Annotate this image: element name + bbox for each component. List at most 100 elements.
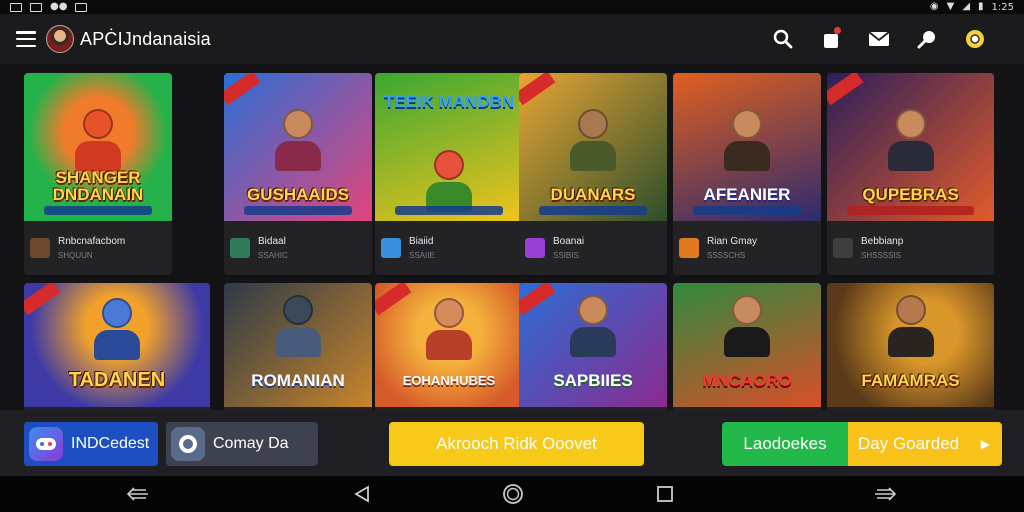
notification-icon[interactable]: [820, 27, 842, 50]
game-title-banner: [847, 206, 974, 215]
game-card[interactable]: EOHANHUBES: [375, 283, 523, 413]
game-title-art: TADANEN: [68, 369, 166, 391]
game-title-art: SHANGER DNDANAIN: [52, 168, 144, 204]
game-name: Bidaal: [258, 236, 286, 247]
game-card[interactable]: TADANEN: [24, 283, 210, 413]
game-thumbnail: SAPBIIES: [519, 283, 667, 407]
menu-icon[interactable]: [16, 31, 36, 47]
game-thumbnail: MNCAORO: [673, 283, 821, 407]
game-character: [570, 108, 616, 171]
game-character: [426, 149, 472, 212]
game-icon: [381, 238, 401, 258]
game-thumbnail: QUPEBRAS: [827, 73, 994, 221]
game-subtitle: SSAIIE: [409, 251, 435, 260]
status-bar: ●● ◉ ▼ ◢ ▮ 1:25: [0, 0, 1024, 14]
game-title-banner: [539, 206, 647, 215]
app-bar: APĊIJndanaisia: [0, 14, 1024, 64]
status-dots-icon: ●●: [50, 1, 68, 12]
app-shortcut-label: INDCedest: [71, 435, 150, 452]
app-shortcut-icon: [171, 427, 205, 461]
split-action-button[interactable]: Laodoekes Day Goarded ▶: [722, 422, 1002, 466]
pin-icon[interactable]: [916, 28, 938, 50]
recents-icon[interactable]: [653, 483, 677, 505]
game-meta: Boanai SSIBIS: [519, 221, 667, 275]
split-left-label[interactable]: Laodoekes: [722, 422, 848, 466]
game-title-art: GUSHAAIDS: [246, 185, 349, 204]
badge-icon[interactable]: [964, 28, 986, 50]
game-thumbnail: DUANARS: [519, 73, 667, 221]
wifi-icon: ▼: [946, 1, 955, 12]
game-name: Biaiid: [409, 236, 434, 247]
game-card[interactable]: SAPBIIES: [519, 283, 667, 413]
game-character: [275, 295, 321, 358]
back-triangle-icon[interactable]: [350, 483, 374, 505]
game-thumbnail: TADANEN: [24, 283, 210, 407]
split-right-segment[interactable]: Day Goarded ▶: [848, 422, 1002, 466]
home-icon[interactable]: [501, 483, 525, 505]
new-ribbon: [375, 283, 412, 316]
app-shortcut-button[interactable]: Comay Da: [166, 422, 318, 466]
action-bar: INDCedest Comay Da Akrooch Ridk Ooovet L…: [0, 410, 1024, 476]
game-icon: [525, 238, 545, 258]
signal-icon: ◢: [962, 1, 971, 12]
game-name: Bebbianp: [861, 236, 904, 247]
status-notif-icon: [75, 2, 88, 12]
game-title-banner: [44, 206, 152, 215]
game-character: [275, 108, 321, 171]
game-card[interactable]: QUPEBRAS Bebbianp SHSSSSIS: [827, 73, 994, 275]
game-card[interactable]: TEEIK MANDBN Biaiid SSAIIE: [375, 73, 523, 275]
game-grid: SHANGER DNDANAIN Rnbcnafacbom SHQUUN GUS…: [0, 64, 1024, 413]
game-title-banner: [395, 206, 503, 215]
game-meta: Rian Gmay SSSSCHS: [673, 221, 821, 275]
game-card[interactable]: SHANGER DNDANAIN Rnbcnafacbom SHQUUN: [24, 73, 172, 275]
game-icon: [30, 238, 50, 258]
split-right-label: Day Goarded: [858, 434, 960, 453]
back-icon[interactable]: [126, 483, 150, 505]
game-icon: [833, 238, 853, 258]
game-title-art: AFEANIER: [703, 185, 791, 204]
game-card[interactable]: DUANARS Boanai SSIBIS: [519, 73, 667, 275]
game-character: [724, 295, 770, 358]
game-thumbnail: ROMANIAN: [224, 283, 372, 407]
primary-action-button[interactable]: Akrooch Ridk Ooovet: [389, 422, 644, 466]
app-title: APĊIJndanaisia: [80, 28, 211, 49]
game-title-art: QUPEBRAS: [862, 185, 959, 204]
game-card[interactable]: MNCAORO: [673, 283, 821, 413]
search-icon[interactable]: [772, 28, 794, 50]
game-icon: [230, 238, 250, 258]
game-icon: [679, 238, 699, 258]
game-thumbnail: TEEIK MANDBN: [375, 73, 523, 221]
app-bar-actions: [772, 27, 986, 50]
game-title-banner: [693, 206, 801, 215]
game-card[interactable]: GUSHAAIDS Bidaal SSAHIC: [224, 73, 372, 275]
game-character: [887, 295, 934, 358]
game-subtitle: SSSSCHS: [707, 251, 746, 260]
game-title-banner: [244, 206, 352, 215]
game-subtitle: SSAHIC: [258, 251, 288, 260]
game-thumbnail: GUSHAAIDS: [224, 73, 372, 221]
status-right: ◉ ▼ ◢ ▮ 1:25: [930, 2, 1014, 13]
app-shortcut-button[interactable]: INDCedest: [24, 422, 158, 466]
status-notif-icon: [10, 2, 22, 12]
game-character: [887, 108, 934, 171]
new-ribbon: [519, 73, 556, 106]
game-card[interactable]: FAMAMRAS: [827, 283, 994, 413]
system-nav-bar: [0, 476, 1024, 512]
mail-icon[interactable]: [868, 28, 890, 50]
game-character: [94, 297, 140, 360]
battery-icon: ▮: [978, 1, 984, 12]
game-meta: Rnbcnafacbom SHQUUN: [24, 221, 172, 275]
alarm-icon: ◉: [929, 1, 939, 12]
game-meta: Bebbianp SHSSSSIS: [827, 221, 994, 275]
status-left: ●●: [10, 1, 88, 12]
game-title-art: MNCAORO: [702, 371, 792, 390]
game-card[interactable]: ROMANIAN: [224, 283, 372, 413]
keyboard-icon[interactable]: [873, 483, 897, 505]
game-title-art: EOHANHUBES: [402, 373, 496, 388]
game-character: [426, 297, 472, 360]
game-subtitle: SHQUUN: [58, 251, 93, 260]
game-character: [75, 108, 121, 171]
game-character: [724, 108, 770, 171]
new-ribbon: [224, 73, 261, 106]
game-card[interactable]: AFEANIER Rian Gmay SSSSCHS: [673, 73, 821, 275]
